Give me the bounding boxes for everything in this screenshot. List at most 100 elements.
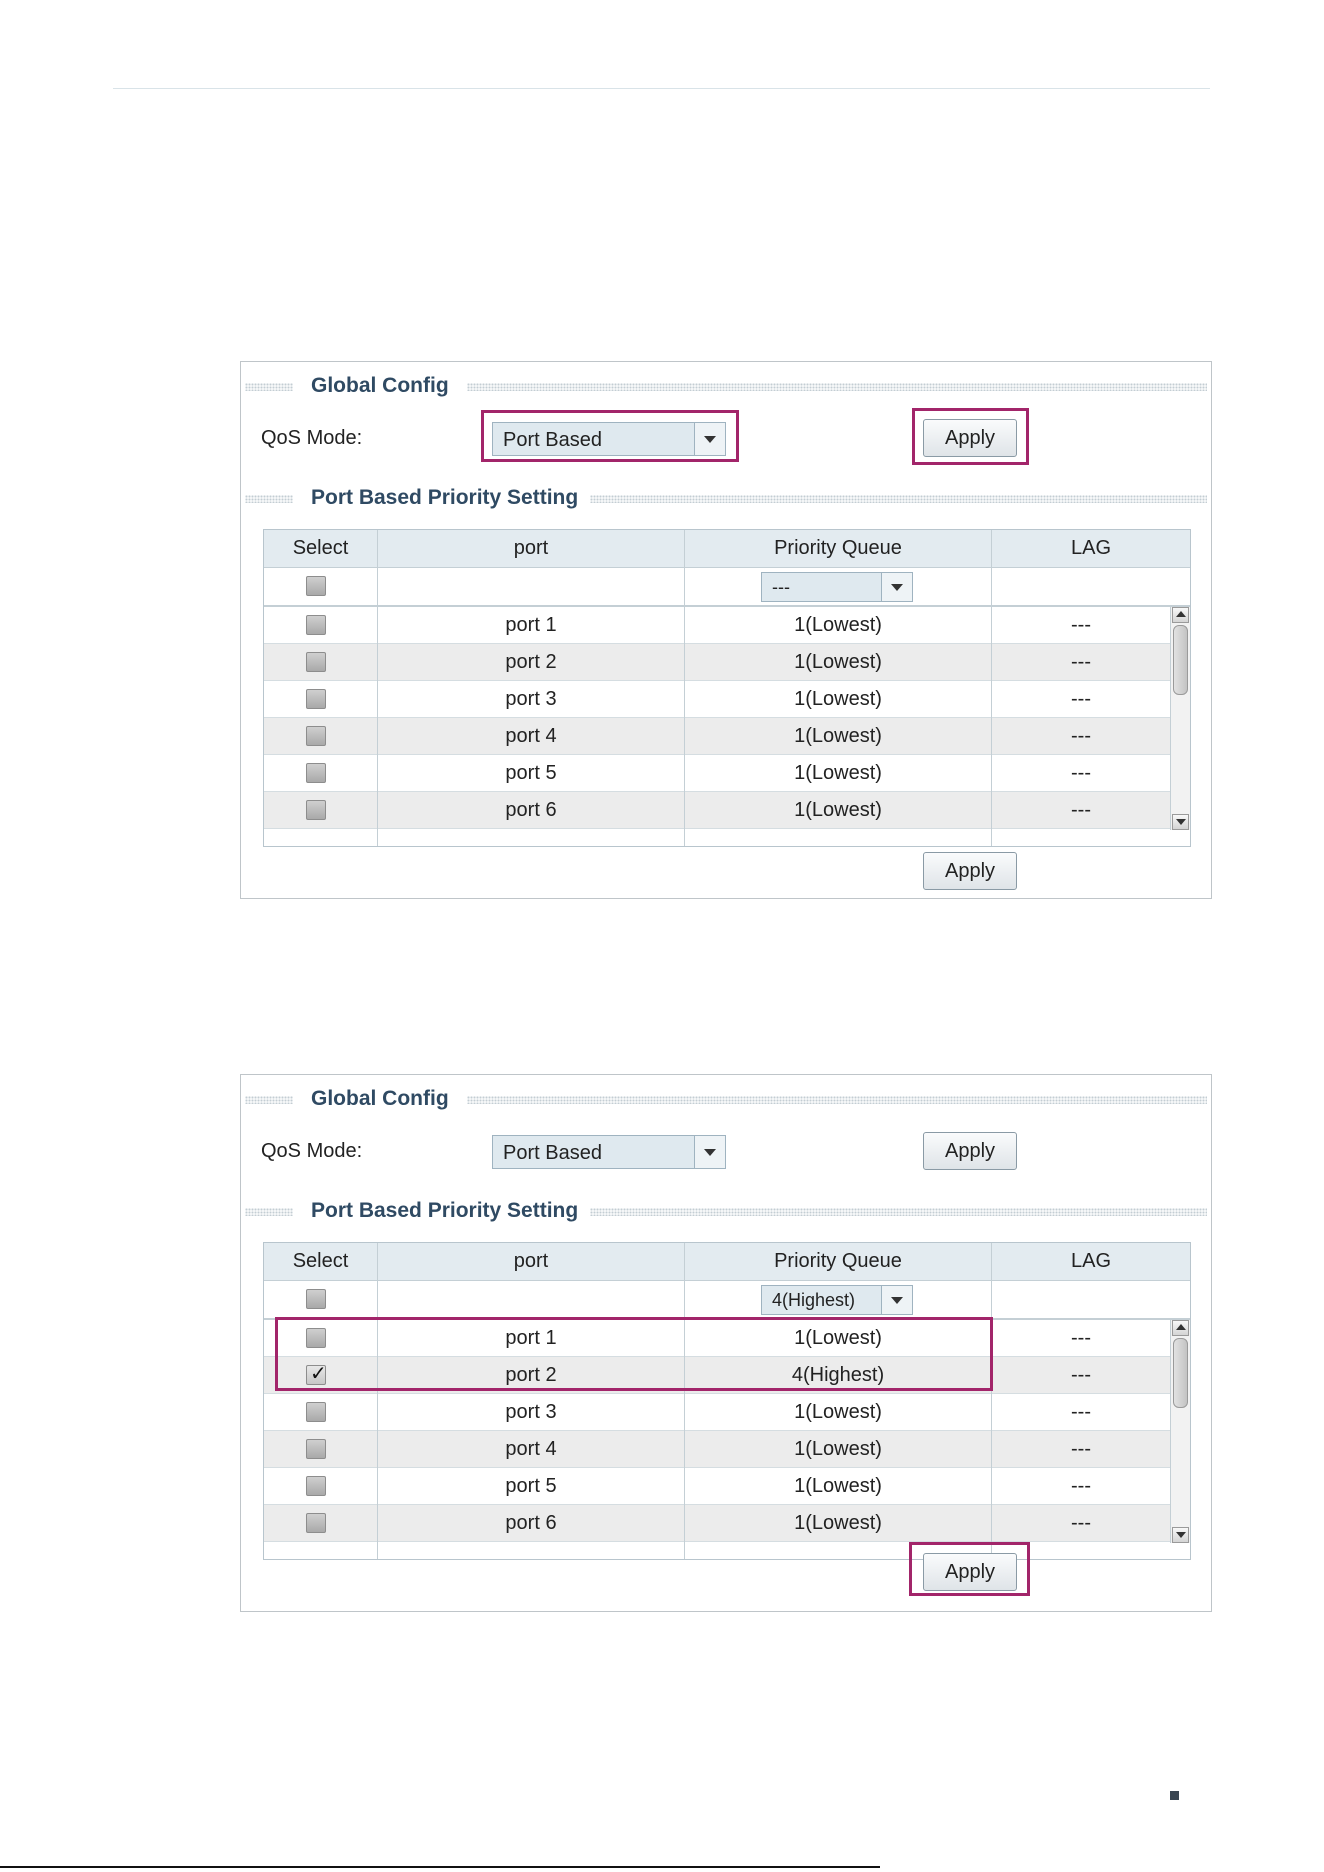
section-title: Port Based Priority Setting	[311, 486, 579, 509]
lag-cell: ---	[1071, 651, 1091, 673]
scroll-up-icon[interactable]	[1172, 1320, 1189, 1336]
filter-row: ---	[264, 568, 1190, 607]
row-checkbox[interactable]	[306, 652, 326, 672]
qos-screenshot-2: Global Config QoS Mode: Port Based Apply…	[240, 1074, 1212, 1612]
lag-cell: ---	[1071, 725, 1091, 747]
table-row[interactable]: port 4 1(Lowest) ---	[264, 718, 1170, 755]
port-priority-table: Select port Priority Queue LAG 4(Highest…	[263, 1242, 1191, 1560]
column-header-port: port	[513, 537, 549, 559]
row-checkbox[interactable]	[306, 1476, 326, 1496]
chevron-down-icon[interactable]	[881, 1286, 912, 1314]
port-cell: port 4	[505, 725, 557, 747]
lag-cell: ---	[1071, 1512, 1091, 1534]
priority-cell: 1(Lowest)	[794, 1401, 882, 1423]
priority-filter-select[interactable]: ---	[761, 572, 913, 602]
port-cell: port 5	[505, 762, 557, 784]
priority-cell: 1(Lowest)	[794, 688, 882, 710]
port-cell: port 2	[505, 651, 557, 673]
column-header-lag: LAG	[1070, 537, 1112, 559]
lag-cell: ---	[1071, 799, 1091, 821]
priority-cell: 1(Lowest)	[794, 799, 882, 821]
section-title: Global Config	[311, 374, 449, 397]
table-row[interactable]: port 3 1(Lowest) ---	[264, 1394, 1170, 1431]
lag-cell: ---	[1071, 1327, 1091, 1349]
lag-cell: ---	[1071, 688, 1091, 710]
lag-cell: ---	[1071, 1364, 1091, 1386]
priority-cell: 1(Lowest)	[794, 1512, 882, 1534]
qos-mode-label: QoS Mode:	[261, 1140, 363, 1162]
row-checkbox[interactable]	[306, 689, 326, 709]
select-all-checkbox[interactable]	[306, 1289, 326, 1309]
highlight-box	[912, 408, 1029, 465]
lag-cell: ---	[1071, 1438, 1091, 1460]
table-header: Select port Priority Queue LAG	[264, 530, 1190, 568]
port-cell: port 1	[505, 614, 557, 636]
global-config-header: Global Config	[241, 374, 1211, 402]
port-priority-header: Port Based Priority Setting	[241, 486, 1211, 514]
table-row[interactable]: port 3 1(Lowest) ---	[264, 681, 1170, 718]
port-cell: port 4	[505, 1438, 557, 1460]
column-header-select: Select	[292, 537, 349, 559]
priority-filter-select[interactable]: 4(Highest)	[761, 1285, 913, 1315]
chevron-down-icon[interactable]	[881, 573, 912, 601]
scroll-thumb[interactable]	[1173, 625, 1188, 695]
table-row[interactable]: port 6 1(Lowest) ---	[264, 792, 1170, 829]
apply-button[interactable]: Apply	[923, 1132, 1017, 1170]
table-row[interactable]: port 2 1(Lowest) ---	[264, 644, 1170, 681]
section-title: Port Based Priority Setting	[311, 1199, 579, 1222]
column-header-select: Select	[292, 1250, 349, 1272]
row-checkbox[interactable]	[306, 1439, 326, 1459]
column-header-priority-queue: Priority Queue	[774, 1250, 902, 1272]
table-scrollbar[interactable]	[1170, 607, 1190, 830]
lag-cell: ---	[1071, 1475, 1091, 1497]
table-scrollbar[interactable]	[1170, 1320, 1190, 1543]
table-row[interactable]: port 5 1(Lowest) ---	[264, 1468, 1170, 1505]
row-checkbox[interactable]	[306, 763, 326, 783]
table-row[interactable]: port 4 1(Lowest) ---	[264, 1431, 1170, 1468]
qos-mode-label: QoS Mode:	[261, 427, 363, 449]
row-checkbox[interactable]	[306, 800, 326, 820]
table-header: Select port Priority Queue LAG	[264, 1243, 1190, 1281]
qos-mode-value: Port Based	[503, 1142, 602, 1164]
lag-cell: ---	[1071, 1401, 1091, 1423]
lag-cell: ---	[1071, 614, 1091, 636]
priority-cell: 1(Lowest)	[794, 1438, 882, 1460]
highlight-box	[481, 410, 739, 462]
page-marker	[1170, 1791, 1179, 1800]
row-checkbox[interactable]	[306, 726, 326, 746]
apply-button[interactable]: Apply	[923, 852, 1017, 890]
row-checkbox[interactable]	[306, 1402, 326, 1422]
priority-cell: 1(Lowest)	[794, 725, 882, 747]
row-checkbox[interactable]	[306, 615, 326, 635]
table-row[interactable]: port 5 1(Lowest) ---	[264, 755, 1170, 792]
scroll-up-icon[interactable]	[1172, 607, 1189, 623]
highlight-box	[275, 1317, 993, 1391]
qos-screenshot-1: Global Config QoS Mode: Port Based Apply…	[240, 361, 1212, 899]
priority-cell: 1(Lowest)	[794, 651, 882, 673]
table-row[interactable]: port 1 1(Lowest) ---	[264, 607, 1170, 644]
table-row[interactable]: port 6 1(Lowest) ---	[264, 1505, 1170, 1542]
port-cell: port 6	[505, 1512, 557, 1534]
priority-filter-value: ---	[772, 577, 790, 597]
section-title: Global Config	[311, 1087, 449, 1110]
row-checkbox[interactable]	[306, 1513, 326, 1533]
top-divider	[113, 88, 1210, 89]
port-cell: port 6	[505, 799, 557, 821]
scroll-down-icon[interactable]	[1172, 1527, 1189, 1543]
global-config-header: Global Config	[241, 1087, 1211, 1115]
highlight-box	[909, 1542, 1030, 1596]
table-body: port 1 1(Lowest) --- port 2 1(Lowest) --…	[264, 607, 1170, 830]
qos-mode-select[interactable]: Port Based	[492, 1135, 726, 1169]
port-priority-table: Select port Priority Queue LAG --- port …	[263, 529, 1191, 847]
scroll-thumb[interactable]	[1173, 1338, 1188, 1408]
port-cell: port 3	[505, 1401, 557, 1423]
chevron-down-icon[interactable]	[694, 1136, 725, 1168]
priority-cell: 1(Lowest)	[794, 614, 882, 636]
column-header-port: port	[513, 1250, 549, 1272]
scroll-down-icon[interactable]	[1172, 814, 1189, 830]
column-header-lag: LAG	[1070, 1250, 1112, 1272]
priority-cell: 1(Lowest)	[794, 1475, 882, 1497]
filter-row: 4(Highest)	[264, 1281, 1190, 1320]
port-cell: port 3	[505, 688, 557, 710]
select-all-checkbox[interactable]	[306, 576, 326, 596]
